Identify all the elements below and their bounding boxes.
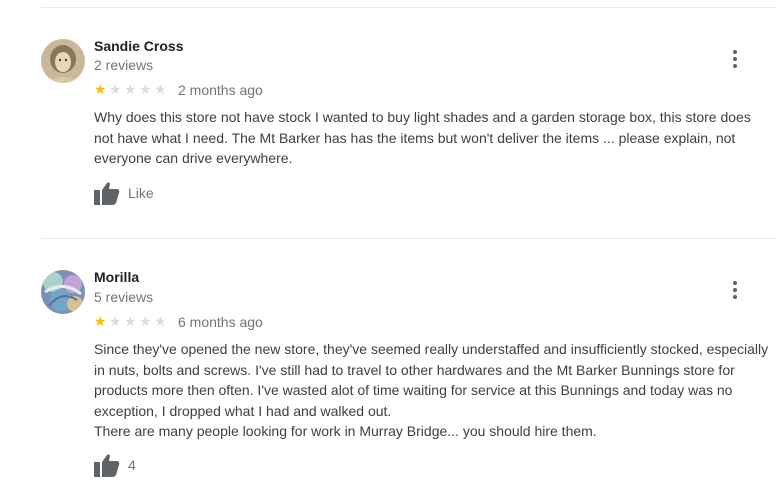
star-empty-icon: ★ xyxy=(154,313,167,329)
like-count: 4 xyxy=(128,457,136,473)
review-count[interactable]: 5 reviews xyxy=(94,289,153,305)
star-rating: ★ ★ ★ ★ ★ xyxy=(94,82,169,96)
review-text: Since they've opened the new store, they… xyxy=(94,341,769,439)
reviewer-name[interactable]: Sandie Cross xyxy=(94,38,183,54)
dot xyxy=(733,57,737,61)
star-filled-icon: ★ xyxy=(94,81,107,97)
like-label: Like xyxy=(128,185,154,201)
avatar[interactable] xyxy=(41,39,85,83)
star-empty-icon: ★ xyxy=(154,81,167,97)
more-options-button[interactable] xyxy=(727,48,743,68)
dot xyxy=(733,64,737,68)
more-options-button[interactable] xyxy=(727,279,743,299)
dot xyxy=(733,281,737,285)
review-date: 2 months ago xyxy=(178,82,263,98)
star-empty-icon: ★ xyxy=(139,313,152,329)
top-divider xyxy=(41,7,776,8)
review-date: 6 months ago xyxy=(178,314,263,330)
like-button[interactable]: Like xyxy=(94,180,154,206)
reviewer-name[interactable]: Morilla xyxy=(94,269,139,285)
review-text: Why does this store not have stock I wan… xyxy=(94,109,751,166)
star-empty-icon: ★ xyxy=(124,313,137,329)
star-empty-icon: ★ xyxy=(139,81,152,97)
star-rating: ★ ★ ★ ★ ★ xyxy=(94,314,169,328)
like-button[interactable]: 4 xyxy=(94,452,136,478)
star-empty-icon: ★ xyxy=(124,81,137,97)
star-empty-icon: ★ xyxy=(109,81,122,97)
avatar[interactable] xyxy=(41,270,85,314)
review-divider xyxy=(41,238,776,239)
star-empty-icon: ★ xyxy=(109,313,122,329)
dot xyxy=(733,295,737,299)
dot xyxy=(733,50,737,54)
star-filled-icon: ★ xyxy=(94,313,107,329)
vintage-portrait-avatar-icon xyxy=(41,39,85,83)
colorful-abstract-avatar-icon xyxy=(41,270,85,314)
review-count[interactable]: 2 reviews xyxy=(94,57,153,73)
thumbs-up-icon xyxy=(94,454,120,477)
dot xyxy=(733,288,737,292)
thumbs-up-icon xyxy=(94,182,120,205)
